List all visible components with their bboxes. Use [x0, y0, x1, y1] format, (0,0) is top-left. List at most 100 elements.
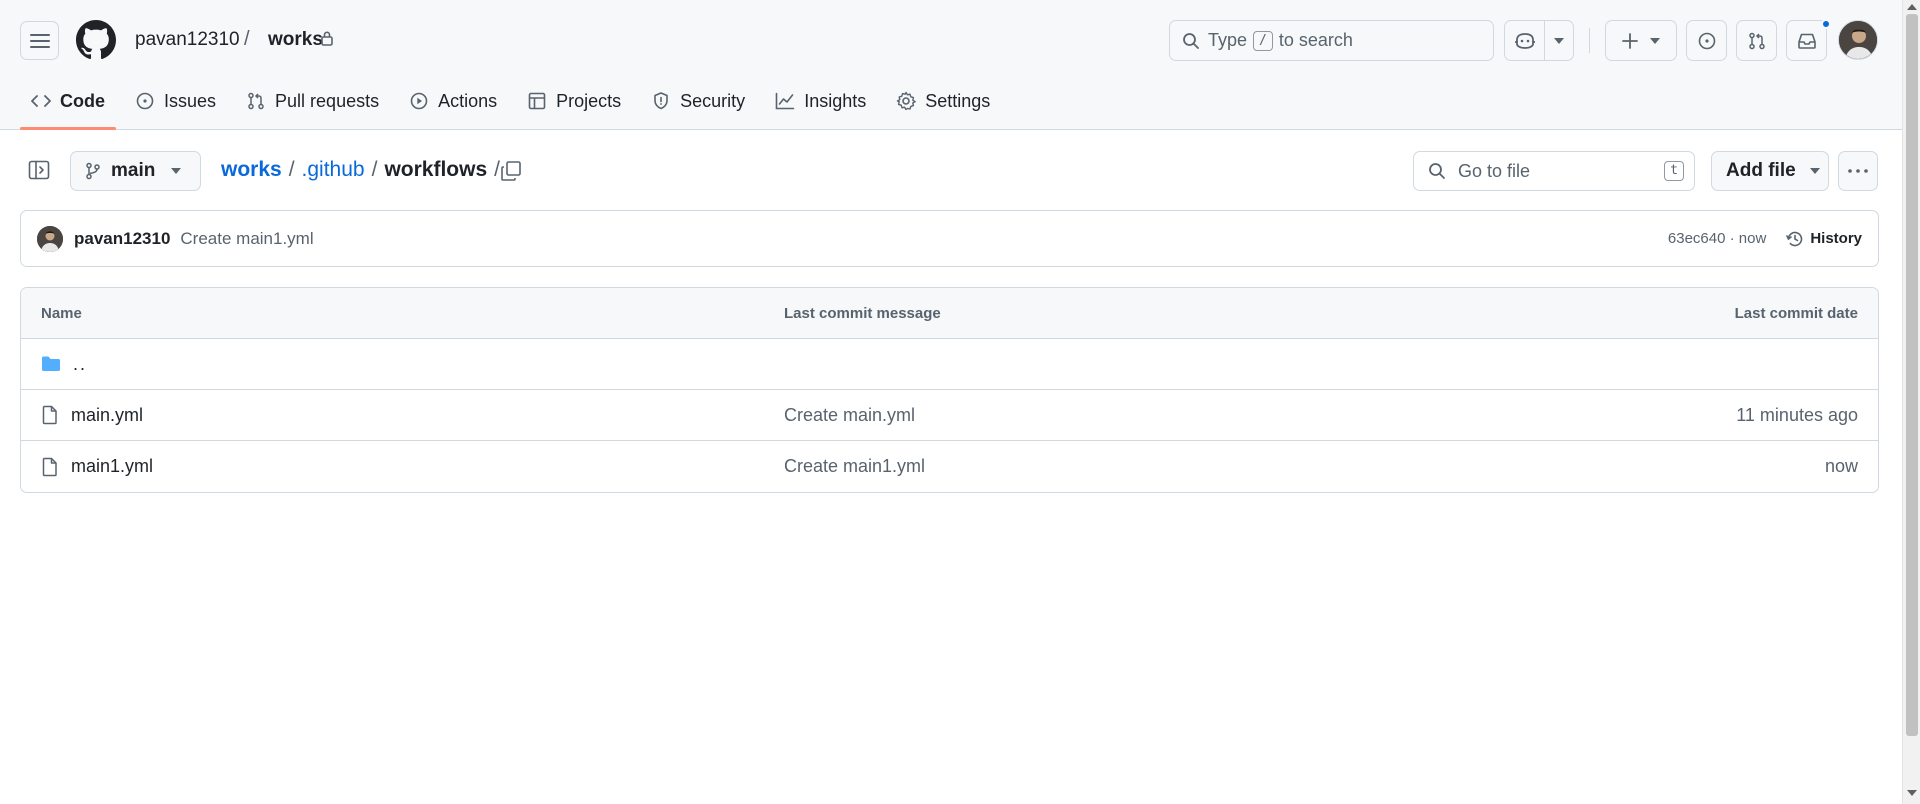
- search-placeholder: Type / to search: [1208, 30, 1353, 51]
- commit-message-link[interactable]: Create main1.yml: [180, 229, 313, 249]
- add-file-button[interactable]: Add file: [1711, 151, 1829, 191]
- copy-path-icon[interactable]: [500, 160, 522, 182]
- file-commit-message-link[interactable]: Create main1.yml: [784, 456, 925, 477]
- tab-code-label: Code: [60, 90, 105, 111]
- shield-icon: [651, 91, 671, 111]
- vertical-scrollbar[interactable]: [1902, 0, 1920, 804]
- chevron-down-icon: [1554, 37, 1565, 44]
- repo-name-link[interactable]: works: [268, 29, 323, 51]
- breadcrumb-current: workflows: [384, 158, 488, 181]
- git-pull-request-icon: [1748, 32, 1766, 50]
- breadcrumb: works / .github / workflows /: [221, 158, 500, 182]
- play-icon: [409, 91, 429, 111]
- breadcrumb-root-link[interactable]: works: [221, 158, 282, 182]
- latest-commit-box: pavan12310 Create main1.yml 63ec640 · no…: [20, 210, 1879, 267]
- your-pull-requests-button[interactable]: [1736, 20, 1777, 61]
- chevron-down-icon: [1809, 168, 1820, 174]
- tab-insights-label: Insights: [804, 90, 867, 111]
- tab-actions[interactable]: Actions: [398, 80, 508, 122]
- issue-opened-icon: [1698, 32, 1716, 50]
- hamburger-icon: [29, 33, 50, 49]
- breadcrumb-parent-link[interactable]: .github: [302, 158, 365, 182]
- copilot-button[interactable]: [1505, 21, 1544, 60]
- your-issues-button[interactable]: [1686, 20, 1727, 61]
- table-row[interactable]: main1.yml Create main1.yml now: [21, 441, 1878, 492]
- header-last-commit-message: Last commit message: [784, 304, 941, 322]
- tab-pull-requests-label: Pull requests: [275, 90, 380, 111]
- folder-icon: [41, 355, 61, 373]
- more-options-button[interactable]: [1838, 151, 1878, 191]
- copilot-button-group: [1504, 20, 1574, 61]
- sidebar-expand-icon[interactable]: [28, 159, 52, 183]
- commit-author-link[interactable]: pavan12310: [74, 229, 170, 249]
- viewport: pavan12310 / works Type / to search Code…: [0, 0, 1902, 804]
- header-last-commit-date: Last commit date: [1734, 304, 1858, 322]
- tab-projects-label: Projects: [556, 90, 622, 111]
- tab-security-label: Security: [680, 90, 746, 111]
- tab-settings-label: Settings: [925, 90, 991, 111]
- go-to-file-shortcut-key: t: [1664, 161, 1684, 181]
- header-name: Name: [41, 304, 82, 322]
- lock-icon: [320, 30, 336, 48]
- graph-icon: [775, 91, 795, 111]
- file-icon: [41, 405, 59, 425]
- commit-author-avatar[interactable]: [37, 225, 63, 252]
- tab-code[interactable]: Code: [20, 80, 116, 130]
- global-bar: pavan12310 / works Type / to search: [0, 0, 1902, 80]
- tab-issues[interactable]: Issues: [124, 80, 227, 122]
- create-new-content: [1606, 21, 1676, 60]
- tab-actions-label: Actions: [438, 90, 498, 111]
- commit-sha-time[interactable]: 63ec640 · now: [1668, 230, 1766, 247]
- tab-pull-requests[interactable]: Pull requests: [235, 80, 390, 122]
- git-branch-icon: [85, 162, 101, 180]
- chevron-down-icon: [171, 168, 182, 174]
- global-search-input[interactable]: Type / to search: [1169, 20, 1494, 61]
- user-avatar[interactable]: [1838, 20, 1878, 60]
- file-commit-date: now: [1824, 456, 1858, 476]
- tab-settings[interactable]: Settings: [885, 80, 1001, 122]
- chevron-down-icon: [1650, 37, 1660, 44]
- history-button[interactable]: History: [1786, 230, 1862, 248]
- table-icon: [527, 91, 547, 111]
- tab-projects[interactable]: Projects: [516, 80, 632, 122]
- search-icon: [1182, 32, 1200, 50]
- create-new-button[interactable]: [1605, 20, 1677, 61]
- file-commit-message-link[interactable]: Create main.yml: [784, 405, 915, 426]
- scroll-up-arrow-icon[interactable]: [1907, 4, 1917, 10]
- menu-button[interactable]: [20, 21, 59, 60]
- file-name-link[interactable]: main.yml: [71, 405, 143, 426]
- table-row-parent-directory[interactable]: ..: [21, 339, 1878, 390]
- copilot-dropdown-button[interactable]: [1544, 21, 1573, 60]
- go-to-file-input[interactable]: Go to file t: [1413, 151, 1695, 191]
- kebab-horizontal-icon: [1848, 169, 1868, 173]
- github-logo-icon[interactable]: [76, 20, 116, 60]
- repo-owner-link[interactable]: pavan12310: [135, 29, 240, 51]
- app-header: pavan12310 / works Type / to search Code…: [0, 0, 1902, 130]
- history-label: History: [1810, 230, 1862, 247]
- tab-security[interactable]: Security: [640, 80, 756, 122]
- breadcrumb-separator: /: [288, 158, 295, 181]
- owner-repo-separator: /: [244, 28, 250, 50]
- plus-icon: [1622, 32, 1638, 49]
- file-table-header: Name Last commit message Last commit dat…: [21, 288, 1878, 339]
- repo-nav: Code Issues Pull requests Actions Projec…: [20, 80, 1009, 130]
- scroll-thumb[interactable]: [1906, 14, 1918, 736]
- search-icon: [1428, 162, 1446, 180]
- table-row[interactable]: main.yml Create main.yml 11 minutes ago: [21, 390, 1878, 441]
- scroll-down-arrow-icon[interactable]: [1907, 790, 1917, 796]
- file-name-link[interactable]: main1.yml: [71, 456, 153, 477]
- parent-directory-cell: ..: [41, 354, 87, 375]
- commit-meta: 63ec640 · now History: [1668, 230, 1862, 248]
- search-placeholder-prefix: Type: [1208, 30, 1248, 50]
- inbox-icon: [1797, 32, 1817, 50]
- code-icon: [31, 91, 51, 111]
- parent-directory-link[interactable]: ..: [73, 354, 87, 375]
- gear-icon: [896, 91, 917, 111]
- tab-insights[interactable]: Insights: [764, 80, 877, 122]
- file-commit-date: 11 minutes ago: [1736, 404, 1858, 425]
- file-table: Name Last commit message Last commit dat…: [20, 287, 1879, 493]
- header-divider: [1589, 28, 1590, 53]
- add-file-label: Add file: [1726, 160, 1796, 181]
- branch-selector-button[interactable]: main: [70, 151, 201, 191]
- search-shortcut-key: /: [1253, 30, 1273, 51]
